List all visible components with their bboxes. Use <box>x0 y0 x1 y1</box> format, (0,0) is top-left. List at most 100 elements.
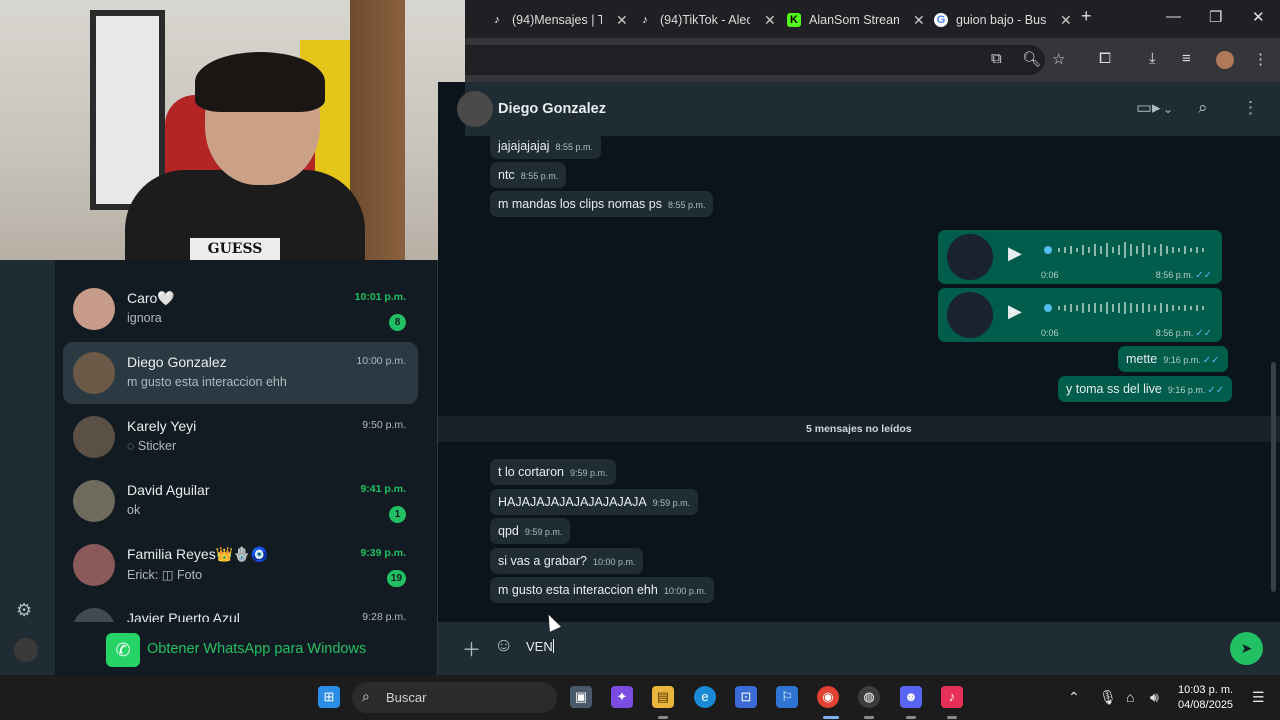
read-receipt-icon: ✓✓ <box>1202 355 1220 366</box>
chevron-down-icon[interactable]: ⌄ <box>1163 102 1173 116</box>
contact-avatar[interactable] <box>457 91 493 127</box>
contact-name[interactable]: Diego Gonzalez <box>498 101 606 117</box>
incoming-message[interactable]: qpd 9:59 p.m. <box>490 518 571 544</box>
edge-icon[interactable]: e <box>694 686 716 708</box>
search-icon[interactable]: ⌕ <box>1198 98 1208 118</box>
close-tab-icon[interactable]: ✕ <box>616 12 628 29</box>
chat-item-caro[interactable]: Caro🤍 ignora 10:01 p.m. 8 <box>63 278 418 340</box>
browser-tab-strip: ♪ (94)Mensajes | T ✕ ♪ (94)TikTok - Alec… <box>465 0 1280 38</box>
waveform[interactable] <box>1044 298 1214 318</box>
bookmark-star-icon[interactable]: ☆ <box>1052 50 1065 68</box>
chat-item-karely[interactable]: Karely Yeyi ◌ Sticker 9:50 p.m. <box>63 406 418 468</box>
message-time: 10:00 p.m. <box>663 586 707 596</box>
read-receipt-icon: ✓✓ <box>1207 385 1225 396</box>
chat-preview: m gusto esta interaccion ehh <box>127 375 287 389</box>
incoming-message[interactable]: t lo cortaron 9:59 p.m. <box>490 459 616 485</box>
voice-sender-avatar <box>947 234 993 280</box>
waveform[interactable] <box>1044 240 1214 260</box>
play-icon[interactable]: ▶ <box>1008 301 1022 322</box>
voice-note[interactable]: ▶ 0:06 8:56 p.m. ✓✓ <box>938 230 1222 284</box>
chat-item-david[interactable]: David Aguilar ok 9:41 p.m. 1 <box>63 470 418 532</box>
browser-menu-icon[interactable]: ⋮ <box>1253 50 1268 68</box>
chat-item-familia-reyes[interactable]: Familia Reyes👑🪬🧿 Erick: ◫ Foto 9:39 p.m.… <box>63 534 418 596</box>
chat-item-diego[interactable]: Diego Gonzalez m gusto esta interaccion … <box>63 342 418 404</box>
google-icon: G <box>934 13 948 27</box>
chat-scrollbar[interactable] <box>1271 362 1276 592</box>
unread-badge: 19 <box>386 570 406 587</box>
message-text: t lo cortaron <box>498 465 565 479</box>
chat-menu-icon[interactable]: ⋮ <box>1242 98 1259 118</box>
incoming-message[interactable]: ntc 8:55 p.m. <box>490 162 567 188</box>
incoming-message[interactable]: jajajajajaj 8:55 p.m. <box>490 133 601 159</box>
avatar <box>73 480 115 522</box>
close-tab-icon[interactable]: ✕ <box>1060 12 1072 29</box>
get-whatsapp-banner[interactable]: ✆ Obtener WhatsApp para Windows <box>55 622 438 675</box>
copilot-icon[interactable]: ✦ <box>611 686 633 708</box>
my-profile-avatar[interactable] <box>14 638 38 662</box>
app-icon[interactable]: ⚐ <box>776 686 798 708</box>
zoom-icon[interactable]: 🔍︎ <box>1022 50 1041 68</box>
task-view-icon[interactable]: ▣ <box>570 686 592 708</box>
outgoing-message[interactable]: y toma ss del live 9:16 p.m. ✓✓ <box>1058 376 1233 402</box>
profile-avatar[interactable] <box>1216 51 1234 69</box>
maximize-button[interactable]: ❐ <box>1209 8 1222 26</box>
video-call-icon[interactable]: ▭▸ <box>1136 98 1161 118</box>
extensions-icon[interactable]: ⧠ <box>1099 50 1111 67</box>
attach-plus-icon[interactable]: ＋ <box>462 635 481 662</box>
get-whatsapp-link[interactable]: Obtener WhatsApp para Windows <box>147 641 366 657</box>
file-explorer-icon[interactable]: ▤ <box>652 686 674 708</box>
store-icon[interactable]: ⊡ <box>735 686 757 708</box>
clock[interactable]: 10:03 p. m. 04/08/2025 <box>1178 683 1233 713</box>
volume-icon[interactable]: 🔊︎ <box>1150 689 1159 706</box>
gear-icon[interactable]: ⚙ <box>16 600 32 621</box>
message-input[interactable]: VEN <box>526 639 554 654</box>
browser-tab[interactable]: K AlanSom Stream ✕ <box>787 6 927 34</box>
discord-icon[interactable]: ☻ <box>900 686 922 708</box>
media-control-icon[interactable]: ≡ <box>1182 50 1191 67</box>
play-icon[interactable]: ▶ <box>1008 243 1022 264</box>
close-window-button[interactable]: ✕ <box>1252 8 1265 26</box>
minimize-button[interactable]: — <box>1166 8 1181 25</box>
new-tab-button[interactable]: + <box>1081 6 1092 27</box>
running-indicator <box>658 716 668 719</box>
obs-icon[interactable]: ◍ <box>858 686 880 708</box>
chat-header[interactable]: Diego Gonzalez ▭▸ ⌄ ⌕ ⋮ <box>457 82 1280 136</box>
outgoing-message[interactable]: mette 9:16 p.m. ✓✓ <box>1118 346 1228 372</box>
browser-tab[interactable]: G guion bajo - Bus ✕ <box>934 6 1074 34</box>
chat-time: 10:00 p.m. <box>356 355 406 367</box>
message-time: 8:55 p.m. <box>667 200 706 210</box>
send-button[interactable]: ➤ <box>1230 632 1263 665</box>
voice-note[interactable]: ▶ 0:06 8:56 p.m. ✓✓ <box>938 288 1222 342</box>
message-text: si vas a grabar? <box>498 554 587 568</box>
message-composer: ＋ ☺ VEN ➤ <box>438 622 1280 675</box>
emoji-sticker-icon[interactable]: ☺ <box>494 635 513 657</box>
incoming-message[interactable]: HAJAJAJAJAJAJAJAJAJA 9:59 p.m. <box>490 489 699 515</box>
close-tab-icon[interactable]: ✕ <box>913 12 925 29</box>
voice-duration: 0:06 <box>1041 328 1059 338</box>
message-text: m gusto esta interaccion ehh <box>498 583 658 597</box>
incoming-message[interactable]: si vas a grabar? 10:00 p.m. <box>490 548 644 574</box>
browser-tab[interactable]: ♪ (94)TikTok - Alec ✕ <box>638 6 778 34</box>
network-icon[interactable]: ⌂ <box>1126 689 1134 705</box>
incoming-message[interactable]: m gusto esta interaccion ehh 10:00 p.m. <box>490 577 715 603</box>
taskbar-search[interactable]: ⌕ Buscar <box>352 682 557 713</box>
chat-name: Karely Yeyi <box>127 418 197 434</box>
chevron-up-icon[interactable]: ⌃ <box>1068 689 1080 706</box>
message-text: y toma ss del live <box>1066 382 1162 396</box>
microphone-icon[interactable]: 🎙︎ <box>1099 689 1117 706</box>
incoming-message[interactable]: m mandas los clips nomas ps 8:55 p.m. <box>490 191 714 217</box>
close-tab-icon[interactable]: ✕ <box>764 12 776 29</box>
chrome-icon[interactable]: ◉ <box>817 686 839 708</box>
notifications-icon[interactable]: ☰ <box>1252 689 1265 706</box>
message-text: qpd <box>498 524 519 538</box>
install-app-icon[interactable]: ⧉ <box>991 50 1002 67</box>
app-rail: ⚙ <box>0 260 55 675</box>
windows-start-icon[interactable]: ⊞ <box>318 686 340 708</box>
tab-title: guion bajo - Bus <box>956 13 1046 27</box>
download-icon[interactable]: ⤓ <box>1149 50 1156 67</box>
message-text: ntc <box>498 168 515 182</box>
tiktok-icon[interactable]: ♪ <box>941 686 963 708</box>
windows-taskbar: ⊞ ⌕ Buscar ▣ ✦ ▤ e ⊡ ⚐ ◉ ◍ ☻ ♪ ⌃ 🎙︎ ⌂ 🔊︎… <box>0 675 1280 720</box>
address-bar[interactable] <box>465 45 1045 75</box>
browser-tab[interactable]: ♪ (94)Mensajes | T ✕ <box>490 6 630 34</box>
